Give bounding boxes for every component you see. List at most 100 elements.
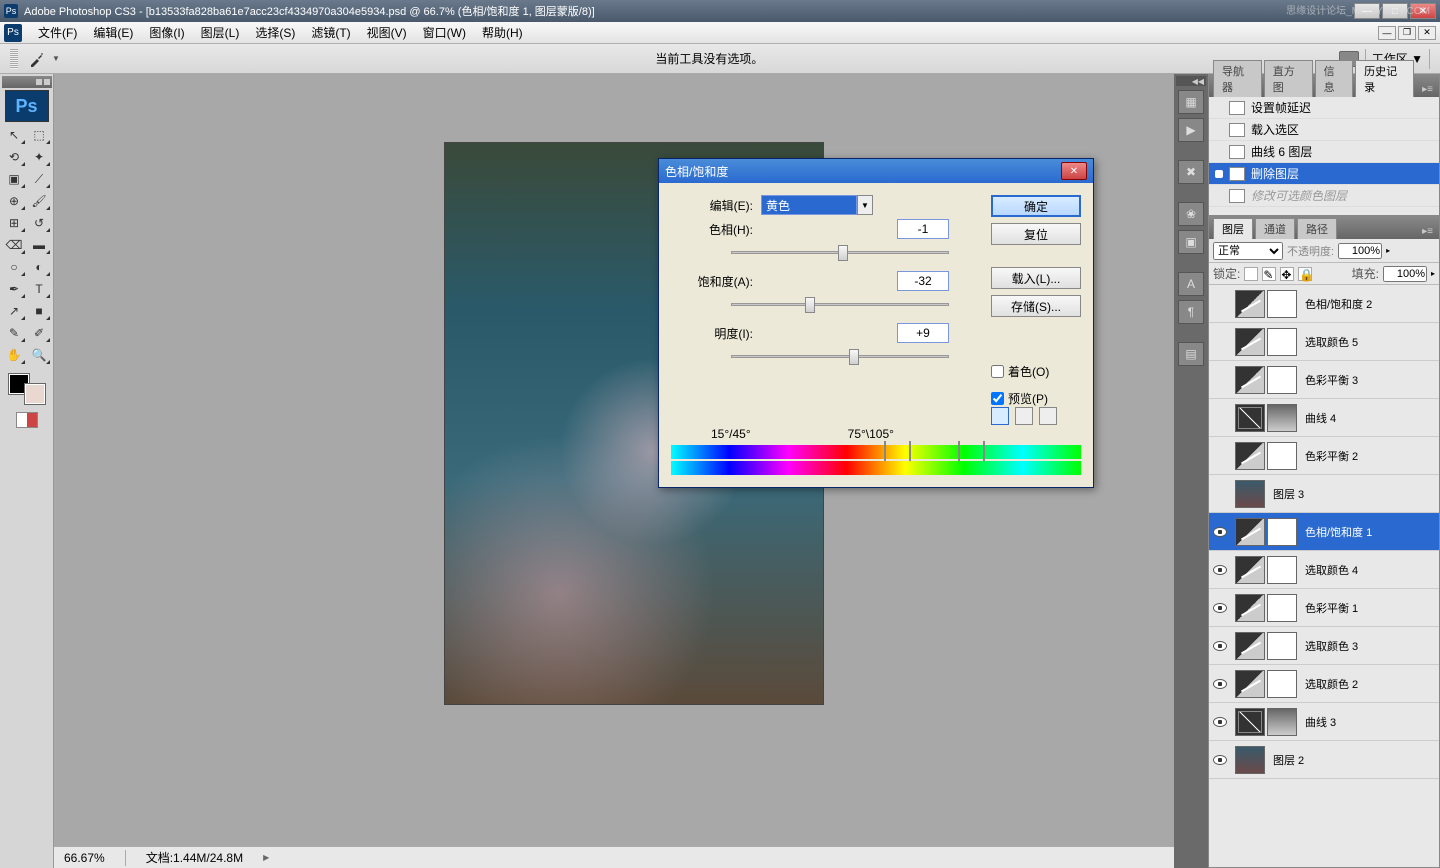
history-item[interactable]: 设置帧延迟 [1209, 97, 1439, 119]
layer-thumb[interactable] [1235, 404, 1265, 432]
doc-restore-button[interactable]: ❐ [1398, 26, 1416, 40]
slider-value-input[interactable] [897, 323, 949, 343]
lock-position-icon[interactable]: ✥ [1280, 267, 1294, 281]
ok-button[interactable]: 确定 [991, 195, 1081, 217]
doc-minimize-button[interactable]: — [1378, 26, 1396, 40]
zoom-tool[interactable]: 🔍 [27, 344, 52, 366]
slider-thumb[interactable] [849, 349, 859, 365]
edit-combo-button[interactable]: ▼ [857, 195, 873, 215]
blur-tool[interactable]: ○ [2, 256, 27, 278]
marquee-tool[interactable]: ⬚ [27, 124, 52, 146]
panel-menu-button[interactable]: ▸≡ [1416, 224, 1439, 239]
layer-row[interactable]: 曲线 3 [1209, 703, 1439, 741]
clone-source-icon[interactable]: ▣ [1178, 230, 1204, 254]
quick-mask-toggle[interactable] [16, 412, 38, 428]
history-item[interactable]: 删除图层 [1209, 163, 1439, 185]
layer-thumb[interactable] [1235, 746, 1265, 774]
dialog-titlebar[interactable]: 色相/饱和度 ✕ [659, 159, 1093, 183]
eyedropper-subtract-icon[interactable] [1039, 407, 1057, 425]
background-color[interactable] [25, 384, 45, 404]
layer-row[interactable]: 色相/饱和度 1 [1209, 513, 1439, 551]
layer-thumb[interactable] [1267, 366, 1297, 394]
history-item[interactable]: 载入选区 [1209, 119, 1439, 141]
eyedropper-set-icon[interactable] [991, 407, 1009, 425]
lock-all-icon[interactable]: 🔒 [1298, 267, 1312, 281]
layer-thumb[interactable] [1267, 518, 1297, 546]
crop-tool[interactable]: ▣ [2, 168, 27, 190]
shape-tool[interactable]: ■ [27, 300, 52, 322]
heal-tool[interactable]: ⊕ [2, 190, 27, 212]
menu-选择(S)[interactable]: 选择(S) [247, 22, 303, 43]
tab-通道[interactable]: 通道 [1255, 218, 1295, 239]
layer-thumb[interactable] [1267, 594, 1297, 622]
zoom-level[interactable]: 66.67% [64, 851, 105, 865]
layer-thumb[interactable] [1235, 480, 1265, 508]
document-size[interactable]: 文档:1.44M/24.8M [146, 849, 243, 866]
slider-value-input[interactable] [897, 219, 949, 239]
blend-mode-select[interactable]: 正常 [1213, 242, 1283, 260]
slider-value-input[interactable] [897, 271, 949, 291]
slider-thumb[interactable] [805, 297, 815, 313]
move-tool[interactable]: ↖ [2, 124, 27, 146]
layer-thumb[interactable] [1267, 632, 1297, 660]
layer-thumb[interactable] [1235, 518, 1265, 546]
path-tool[interactable]: ↗ [2, 300, 27, 322]
layer-row[interactable]: 色彩平衡 3 [1209, 361, 1439, 399]
menu-图像(I)[interactable]: 图像(I) [141, 22, 192, 43]
layer-thumb[interactable] [1235, 366, 1265, 394]
color-swatches[interactable] [7, 372, 47, 406]
menu-文件(F)[interactable]: 文件(F) [30, 22, 85, 43]
tab-路径[interactable]: 路径 [1297, 218, 1337, 239]
visibility-toggle[interactable] [1209, 641, 1231, 651]
lock-image-icon[interactable]: ✎ [1262, 267, 1276, 281]
layer-thumb[interactable] [1235, 594, 1265, 622]
layer-row[interactable]: 图层 3 [1209, 475, 1439, 513]
layer-thumb[interactable] [1235, 632, 1265, 660]
gradient-tool[interactable]: ▬ [27, 234, 52, 256]
wand-tool[interactable]: ✦ [27, 146, 52, 168]
layer-thumb[interactable] [1235, 328, 1265, 356]
layer-comps-icon[interactable]: ▤ [1178, 342, 1204, 366]
layer-row[interactable]: 选取颜色 5 [1209, 323, 1439, 361]
slider-track[interactable] [731, 347, 949, 367]
layer-thumb[interactable] [1267, 328, 1297, 356]
layer-thumb[interactable] [1267, 442, 1297, 470]
brushes-icon[interactable]: ❀ [1178, 202, 1204, 226]
navigator-icon[interactable]: ▦ [1178, 90, 1204, 114]
load-button[interactable]: 载入(L)... [991, 267, 1081, 289]
layer-thumb[interactable] [1235, 442, 1265, 470]
layer-thumb[interactable] [1235, 670, 1265, 698]
tab-图层[interactable]: 图层 [1213, 218, 1253, 239]
eyedropper-add-icon[interactable] [1015, 407, 1033, 425]
panel-menu-button[interactable]: ▸≡ [1416, 82, 1439, 97]
tool-preset-dropdown[interactable]: ▼ [52, 54, 60, 63]
layer-row[interactable]: 色相/饱和度 2 [1209, 285, 1439, 323]
layer-thumb[interactable] [1267, 708, 1297, 736]
layer-row[interactable]: 图层 2 [1209, 741, 1439, 779]
tab-信息[interactable]: 信息 [1315, 60, 1354, 97]
layer-thumb[interactable] [1267, 290, 1297, 318]
colorize-checkbox[interactable]: 着色(O) [991, 363, 1081, 380]
tab-历史记录[interactable]: 历史记录 [1355, 60, 1414, 97]
type-tool[interactable]: T [27, 278, 52, 300]
eyedropper-tool[interactable]: ✐ [27, 322, 52, 344]
toolbox-header[interactable] [2, 76, 52, 88]
slider-thumb[interactable] [838, 245, 848, 261]
visibility-toggle[interactable] [1209, 565, 1231, 575]
dialog-close-button[interactable]: ✕ [1061, 162, 1087, 180]
edit-combo[interactable]: 黄色 [761, 195, 857, 215]
dodge-tool[interactable]: ◐ [27, 256, 52, 278]
slider-track[interactable] [731, 243, 949, 263]
save-button[interactable]: 存储(S)... [991, 295, 1081, 317]
layer-row[interactable]: 色彩平衡 1 [1209, 589, 1439, 627]
layer-thumb[interactable] [1267, 404, 1297, 432]
history-item[interactable]: 修改可选颜色图层 [1209, 185, 1439, 207]
preview-checkbox[interactable]: 预览(P) [991, 390, 1081, 407]
options-grip[interactable] [10, 49, 18, 69]
tool-presets-icon[interactable]: ✖ [1178, 160, 1204, 184]
reset-button[interactable]: 复位 [991, 223, 1081, 245]
visibility-toggle[interactable] [1209, 717, 1231, 727]
menu-帮助(H)[interactable]: 帮助(H) [474, 22, 531, 43]
doc-close-button[interactable]: ✕ [1418, 26, 1436, 40]
layer-thumb[interactable] [1235, 556, 1265, 584]
